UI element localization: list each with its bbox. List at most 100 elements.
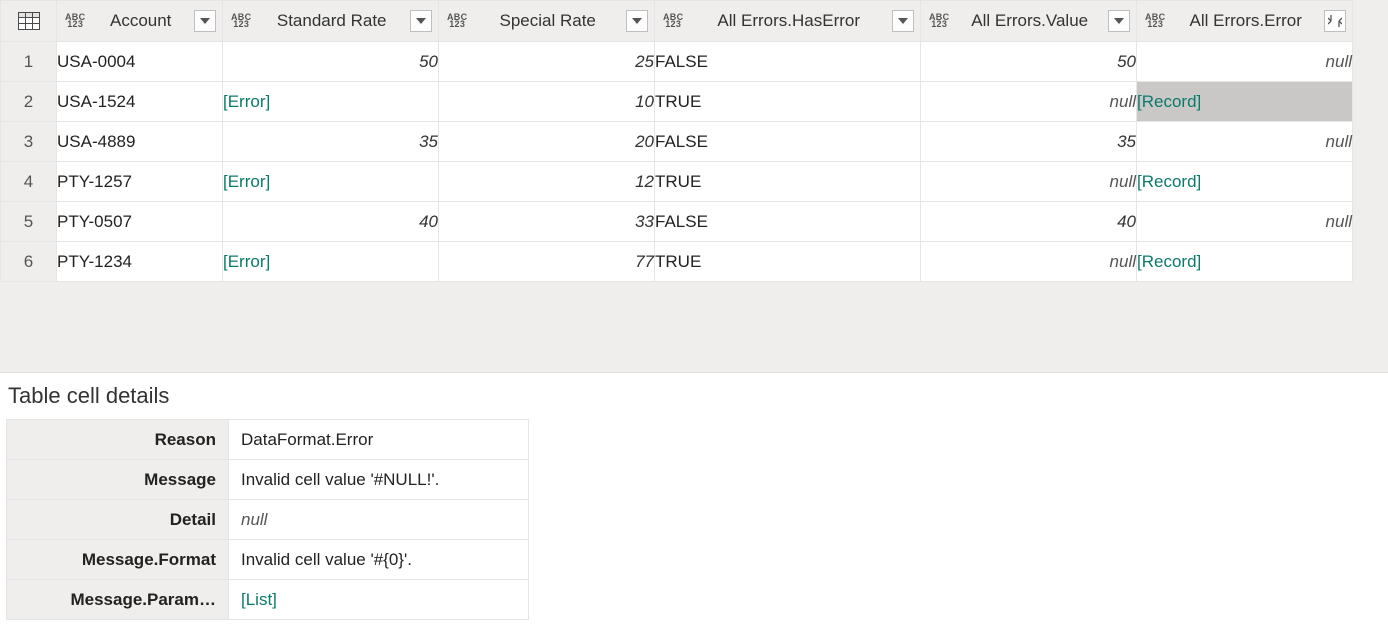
table-row: 1USA-00045025FALSE50null xyxy=(1,42,1353,82)
column-filter-button[interactable] xyxy=(626,10,648,32)
any-type-icon: ABC123 xyxy=(231,14,253,28)
column-header[interactable]: ABC123 Special Rate xyxy=(439,1,655,42)
details-value[interactable]: Invalid cell value '#{0}'. xyxy=(229,540,529,580)
grid-cell[interactable]: 50 xyxy=(223,42,439,82)
grid-cell[interactable]: USA-0004 xyxy=(57,42,223,82)
grid-cell[interactable]: TRUE xyxy=(655,82,921,122)
column-label: Special Rate xyxy=(473,11,622,31)
grid-cell[interactable]: 35 xyxy=(921,122,1137,162)
details-key: Message.Format xyxy=(7,540,229,580)
grid-cell[interactable]: TRUE xyxy=(655,242,921,282)
column-header[interactable]: ABC123 Account xyxy=(57,1,223,42)
grid-cell[interactable]: [Error] xyxy=(223,242,439,282)
column-filter-button[interactable] xyxy=(1108,10,1130,32)
column-filter-button[interactable] xyxy=(410,10,432,32)
column-filter-button[interactable] xyxy=(892,10,914,32)
grid-cell[interactable]: 33 xyxy=(439,202,655,242)
grid-cell[interactable]: 20 xyxy=(439,122,655,162)
grid-cell[interactable]: [Error] xyxy=(223,82,439,122)
column-label: Standard Rate xyxy=(257,11,406,31)
grid-cell[interactable]: null xyxy=(1137,42,1353,82)
grid-cell[interactable]: 40 xyxy=(921,202,1137,242)
grid-cell[interactable]: [Record] xyxy=(1137,82,1353,122)
row-number[interactable]: 1 xyxy=(1,42,57,82)
row-number[interactable]: 5 xyxy=(1,202,57,242)
grid-cell[interactable]: PTY-1234 xyxy=(57,242,223,282)
grid-cell[interactable]: 35 xyxy=(223,122,439,162)
column-label: All Errors.Error xyxy=(1171,11,1320,31)
grid-cell[interactable]: null xyxy=(1137,122,1353,162)
details-value[interactable]: Invalid cell value '#NULL!'. xyxy=(229,460,529,500)
column-label: Account xyxy=(91,11,190,31)
table-row: 2USA-1524[Error] 10TRUEnull[Record] xyxy=(1,82,1353,122)
grid-cell[interactable]: TRUE xyxy=(655,162,921,202)
column-header[interactable]: ABC123 All Errors.Value xyxy=(921,1,1137,42)
grid-cell[interactable]: null xyxy=(921,162,1137,202)
expand-column-button[interactable] xyxy=(1324,10,1346,32)
grid-cell[interactable]: FALSE xyxy=(655,122,921,162)
table-row: 3USA-48893520FALSE35null xyxy=(1,122,1353,162)
record-link[interactable]: [Record] xyxy=(1137,252,1201,271)
error-link[interactable]: [Error] xyxy=(223,92,270,111)
row-number[interactable]: 3 xyxy=(1,122,57,162)
column-header[interactable]: ABC123 Standard Rate xyxy=(223,1,439,42)
grid-cell[interactable]: [Record] xyxy=(1137,162,1353,202)
table-icon xyxy=(1,1,56,41)
details-key: Message.Param… xyxy=(7,580,229,620)
details-key: Message xyxy=(7,460,229,500)
details-row: Message.Param… [List] xyxy=(7,580,529,620)
grid-cell[interactable]: FALSE xyxy=(655,202,921,242)
column-filter-button[interactable] xyxy=(194,10,216,32)
details-value[interactable]: null xyxy=(229,500,529,540)
row-number[interactable]: 6 xyxy=(1,242,57,282)
details-row: Message.FormatInvalid cell value '#{0}'. xyxy=(7,540,529,580)
grid-cell[interactable]: null xyxy=(1137,202,1353,242)
grid-cell[interactable]: 77 xyxy=(439,242,655,282)
grid-cell[interactable]: PTY-1257 xyxy=(57,162,223,202)
details-value[interactable]: DataFormat.Error xyxy=(229,420,529,460)
any-type-icon: ABC123 xyxy=(663,14,685,28)
record-link[interactable]: [Record] xyxy=(1137,172,1201,191)
details-row: Detailnull xyxy=(7,500,529,540)
grid-cell[interactable]: null xyxy=(921,242,1137,282)
table-row: 6PTY-1234[Error] 77TRUEnull[Record] xyxy=(1,242,1353,282)
record-link[interactable]: [Record] xyxy=(1137,92,1201,111)
details-value[interactable]: [List] xyxy=(229,580,529,620)
list-link[interactable]: [List] xyxy=(241,590,277,609)
details-row: ReasonDataFormat.Error xyxy=(7,420,529,460)
details-row: MessageInvalid cell value '#NULL!'. xyxy=(7,460,529,500)
grid-cell[interactable]: PTY-0507 xyxy=(57,202,223,242)
row-number[interactable]: 4 xyxy=(1,162,57,202)
grid-cell[interactable]: 12 xyxy=(439,162,655,202)
any-type-icon: ABC123 xyxy=(1145,14,1167,28)
grid-cell[interactable]: [Record] xyxy=(1137,242,1353,282)
grid-cell[interactable]: 40 xyxy=(223,202,439,242)
grid-cell[interactable]: USA-4889 xyxy=(57,122,223,162)
grid-cell[interactable]: USA-1524 xyxy=(57,82,223,122)
error-link[interactable]: [Error] xyxy=(223,252,270,271)
cell-details-panel: Table cell details ReasonDataFormat.Erro… xyxy=(0,373,1388,640)
grid-cell[interactable]: 10 xyxy=(439,82,655,122)
table-corner[interactable] xyxy=(1,1,57,42)
grid-cell[interactable]: 50 xyxy=(921,42,1137,82)
details-table: ReasonDataFormat.ErrorMessageInvalid cel… xyxy=(6,419,529,620)
details-key: Detail xyxy=(7,500,229,540)
details-key: Reason xyxy=(7,420,229,460)
table-row: 5PTY-05074033FALSE40null xyxy=(1,202,1353,242)
column-label: All Errors.HasError xyxy=(689,11,888,31)
data-grid: ABC123 Account ABC123 Standard Rate ABC123 Sp… xyxy=(0,0,1353,282)
grid-cell[interactable]: [Error] xyxy=(223,162,439,202)
error-link[interactable]: [Error] xyxy=(223,172,270,191)
column-header[interactable]: ABC123 All Errors.Error xyxy=(1137,1,1353,42)
column-header[interactable]: ABC123 All Errors.HasError xyxy=(655,1,921,42)
any-type-icon: ABC123 xyxy=(447,14,469,28)
row-number[interactable]: 2 xyxy=(1,82,57,122)
table-row: 4PTY-1257[Error] 12TRUEnull[Record] xyxy=(1,162,1353,202)
column-label: All Errors.Value xyxy=(955,11,1104,31)
grid-cell[interactable]: FALSE xyxy=(655,42,921,82)
any-type-icon: ABC123 xyxy=(929,14,951,28)
grid-cell[interactable]: 25 xyxy=(439,42,655,82)
grid-cell[interactable]: null xyxy=(921,82,1137,122)
data-grid-container: ABC123 Account ABC123 Standard Rate ABC123 Sp… xyxy=(0,0,1388,373)
any-type-icon: ABC123 xyxy=(65,14,87,28)
